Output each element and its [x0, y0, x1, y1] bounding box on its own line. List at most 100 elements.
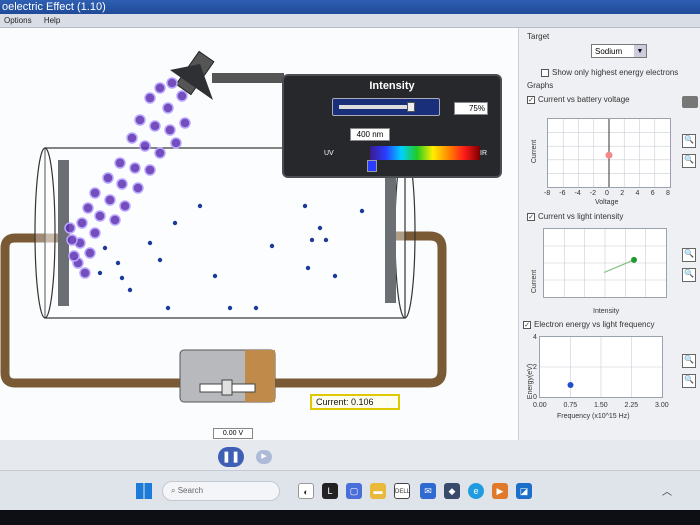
zoom-in-icon-2[interactable]: 🔍: [682, 248, 696, 262]
store-icon[interactable]: ◆: [444, 483, 460, 499]
target-label: Target: [527, 32, 550, 41]
menu-options[interactable]: Options: [4, 16, 32, 25]
show-highest-checkbox[interactable]: [541, 68, 549, 77]
voltage-slider-thumb[interactable]: [221, 379, 233, 396]
app-icon-3[interactable]: ▢: [346, 483, 362, 499]
electron: [309, 237, 315, 243]
graph3-title: Electron energy vs light frequency: [534, 320, 655, 329]
window-title: oelectric Effect (1.10): [2, 1, 106, 13]
windows-start-icon[interactable]: [136, 483, 152, 499]
photon: [134, 114, 146, 126]
graph1-tick: 4: [635, 190, 640, 197]
intensity-slider[interactable]: [332, 98, 440, 116]
photon: [114, 157, 126, 169]
photon: [132, 182, 144, 194]
graph1-tick: -8: [544, 190, 551, 197]
menu-help[interactable]: Help: [44, 16, 60, 25]
graph3-point: [567, 382, 574, 388]
taskbar: ⌕ Search ◐ L ▢ ▬ DELL ✉ ◆ e ▶ ◪ ︿: [0, 470, 700, 510]
folder-icon[interactable]: ▬: [370, 483, 386, 499]
electron: [127, 287, 133, 293]
photon: [94, 210, 106, 222]
zoom-in-icon-3[interactable]: 🔍: [682, 354, 696, 368]
zoom-in-icon-1[interactable]: 🔍: [682, 134, 696, 148]
wavelength-spectrum[interactable]: [370, 146, 480, 160]
graph1-ylabel: Current: [531, 139, 539, 164]
search-box[interactable]: ⌕ Search: [162, 481, 280, 501]
intensity-percent[interactable]: 75%: [454, 102, 488, 115]
app-icon-4[interactable]: ▶: [492, 483, 508, 499]
electron: [147, 240, 153, 246]
graph2-plot: [543, 228, 667, 298]
app-icon-1[interactable]: ◐: [298, 483, 314, 499]
graph3-tick: 1.50: [594, 402, 608, 409]
graph1-checkbox[interactable]: ✓: [527, 95, 535, 104]
wavelength-thumb[interactable]: [367, 160, 377, 172]
graphs-label: Graphs: [527, 81, 554, 90]
simulation-area: Intensity 75% 400 nm UV IR Current: 0.10…: [0, 28, 518, 440]
camera-icon[interactable]: [682, 96, 698, 108]
photon: [89, 227, 101, 239]
wavelength-value[interactable]: 400 nm: [350, 128, 390, 141]
photon: [68, 250, 80, 262]
intensity-panel: Intensity 75% 400 nm UV IR: [282, 74, 502, 178]
mail-icon[interactable]: ✉: [420, 483, 436, 499]
app-icon-2[interactable]: L: [322, 483, 338, 499]
intensity-slider-fill: [339, 105, 411, 109]
graph3-title-row[interactable]: ✓ Electron energy vs light frequency: [523, 320, 655, 329]
graph1-title-row[interactable]: ✓ Current vs battery voltage: [527, 95, 630, 104]
app-icon-5[interactable]: ◪: [516, 483, 532, 499]
graph2-point: [631, 256, 637, 263]
zoom-out-icon-3[interactable]: 🔍: [682, 374, 696, 388]
graph2-checkbox[interactable]: ✓: [527, 212, 535, 221]
graph2-title-row[interactable]: ✓ Current vs light intensity: [527, 212, 623, 221]
graph1-tick: 0: [605, 190, 609, 197]
electron: [332, 273, 338, 279]
pause-button[interactable]: ❚❚: [218, 447, 244, 467]
graph2-title: Current vs light intensity: [538, 212, 624, 221]
graph3-tick: 0.75: [563, 402, 578, 409]
graph3-xlabel: Frequency (x10^15 Hz): [557, 413, 630, 420]
photon: [179, 117, 191, 129]
dell-icon[interactable]: DELL: [394, 483, 410, 499]
electron: [317, 225, 323, 231]
battery-voltage[interactable]: 0.00 V: [213, 428, 253, 439]
photon: [154, 147, 166, 159]
target-select[interactable]: Sodium ▼: [591, 44, 647, 58]
graph3-ytick: 4: [533, 334, 537, 341]
zoom-out-icon-1[interactable]: 🔍: [682, 154, 696, 168]
chevron-down-icon: ▼: [634, 45, 646, 57]
tray-chevron-icon[interactable]: ︿: [662, 483, 672, 498]
photon: [170, 137, 182, 149]
photon: [126, 132, 138, 144]
photon: [116, 178, 128, 190]
graph1-xlabel: Voltage: [595, 199, 619, 206]
graph1-tick: 8: [666, 190, 670, 197]
graph1-point: [605, 151, 613, 159]
search-label: Search: [177, 486, 204, 495]
photon: [119, 200, 131, 212]
battery-cap: [245, 350, 275, 402]
electron: [197, 203, 203, 209]
electron: [302, 203, 308, 209]
intensity-title: Intensity: [369, 80, 415, 92]
graph1-title: Current vs battery voltage: [538, 95, 630, 104]
electron: [119, 275, 125, 281]
photon: [66, 234, 78, 246]
photon: [164, 124, 176, 136]
edge-icon[interactable]: e: [468, 483, 484, 499]
graph-grid: [548, 119, 670, 187]
photon: [144, 92, 156, 104]
electron: [227, 305, 233, 311]
electron: [253, 305, 259, 311]
uv-label: UV: [324, 150, 334, 157]
intensity-slider-thumb[interactable]: [407, 102, 415, 112]
zoom-out-icon-2[interactable]: 🔍: [682, 268, 696, 282]
show-highest-row[interactable]: Show only highest energy electrons: [541, 68, 678, 77]
search-icon: ⌕: [171, 486, 178, 495]
step-button[interactable]: ▶: [256, 450, 272, 464]
photon: [139, 140, 151, 152]
graph3-checkbox[interactable]: ✓: [523, 320, 531, 329]
photon: [154, 82, 166, 94]
current-value: 0.106: [351, 397, 374, 407]
